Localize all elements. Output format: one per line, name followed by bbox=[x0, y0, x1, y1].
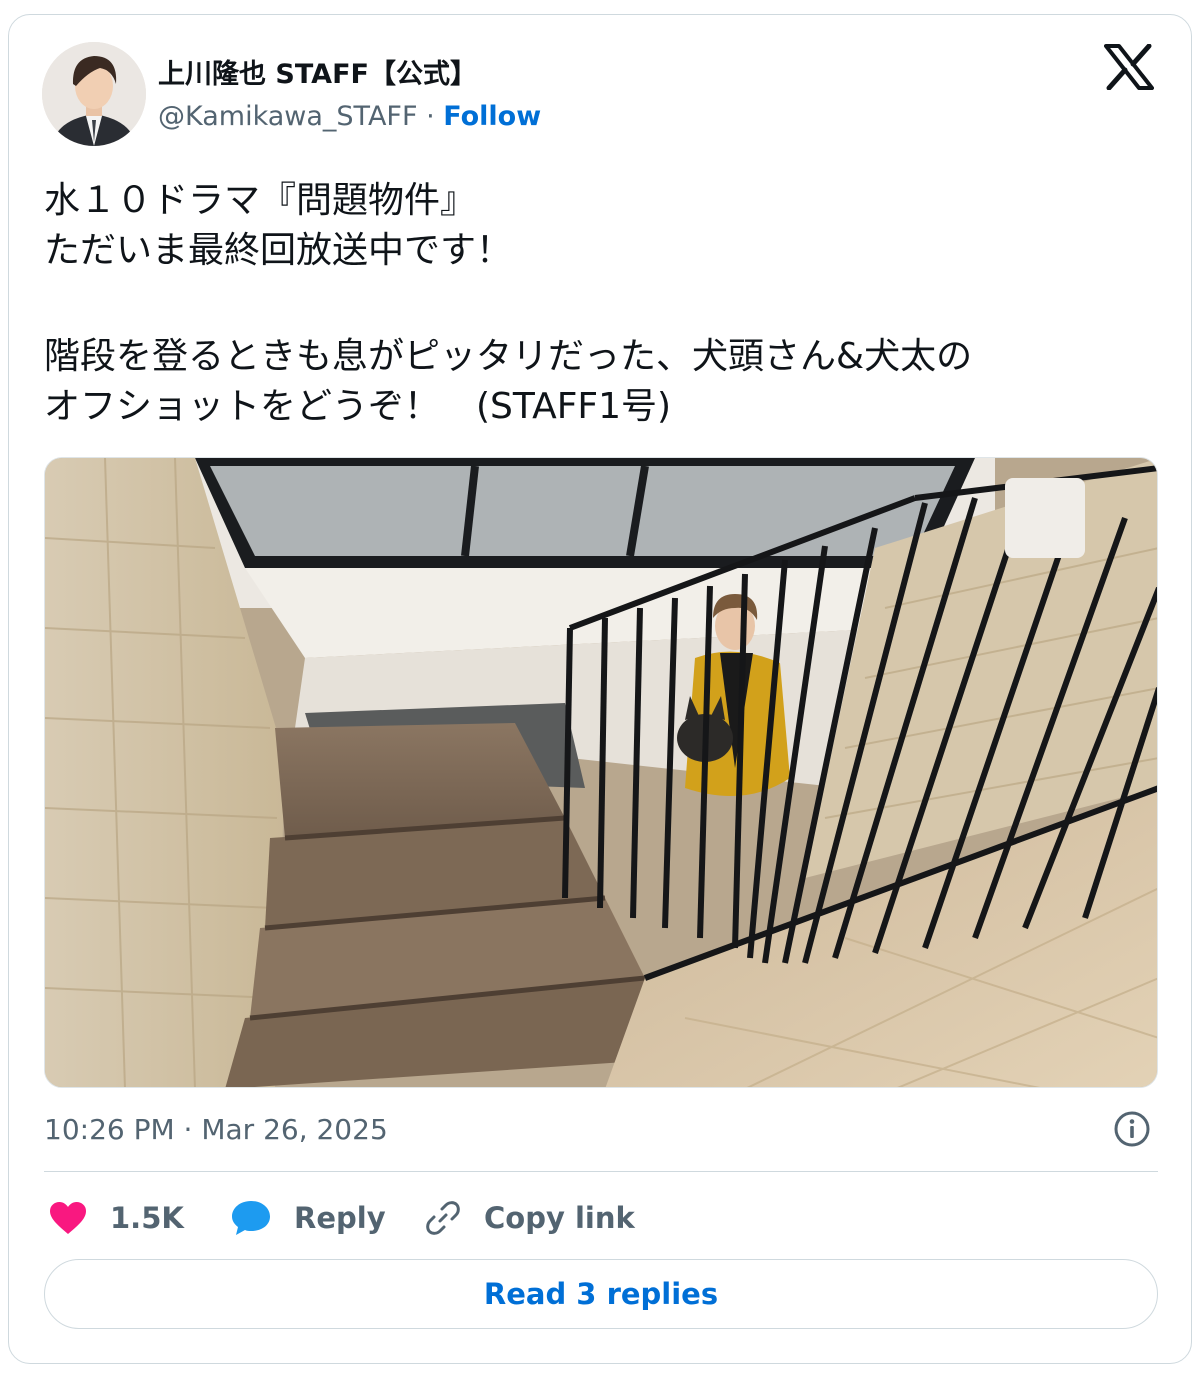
tweet-photo[interactable] bbox=[44, 457, 1158, 1088]
avatar-photo bbox=[42, 42, 146, 146]
reply-label: Reply bbox=[294, 1201, 386, 1235]
heart-icon bbox=[50, 1202, 86, 1234]
divider bbox=[44, 1171, 1158, 1172]
tweet-line: 水１０ドラマ『問題物件』 bbox=[44, 180, 477, 221]
avatar[interactable] bbox=[42, 42, 146, 146]
copy-link-label: Copy link bbox=[484, 1201, 635, 1235]
tweet-line: 階段を登るときも息がピッタリだった、犬頭さん&犬太の bbox=[44, 336, 973, 377]
like-button[interactable]: 1.5K bbox=[48, 1196, 184, 1240]
follow-button[interactable]: Follow bbox=[443, 101, 541, 132]
user-handle[interactable]: @Kamikawa_STAFF bbox=[158, 101, 417, 132]
speech-bubble-icon bbox=[232, 1201, 270, 1235]
reply-button[interactable]: Reply bbox=[230, 1196, 386, 1240]
info-icon[interactable] bbox=[1113, 1110, 1151, 1148]
tweet-line: オフショットをどうぞ！ (STAFF1号) bbox=[44, 386, 672, 427]
handle-row: @Kamikawa_STAFF · Follow bbox=[158, 101, 541, 132]
staircase-photo-illustration bbox=[45, 458, 1157, 1087]
tweet-line: ただいま最終回放送中です！ bbox=[44, 230, 513, 271]
copy-link-button[interactable]: Copy link bbox=[424, 1196, 635, 1240]
read-replies-button[interactable]: Read 3 replies bbox=[44, 1259, 1158, 1329]
display-name[interactable]: 上川隆也 STAFF【公式】 bbox=[158, 52, 477, 91]
tweet-text: 水１０ドラマ『問題物件』 ただいま最終回放送中です！ 階段を登るときも息がピッタ… bbox=[44, 176, 1164, 432]
link-icon bbox=[426, 1201, 460, 1235]
x-logo-icon[interactable] bbox=[1104, 44, 1154, 90]
timestamp[interactable]: 10:26 PM · Mar 26, 2025 bbox=[44, 1113, 388, 1146]
handle-separator: · bbox=[417, 101, 444, 132]
like-count: 1.5K bbox=[110, 1201, 184, 1235]
